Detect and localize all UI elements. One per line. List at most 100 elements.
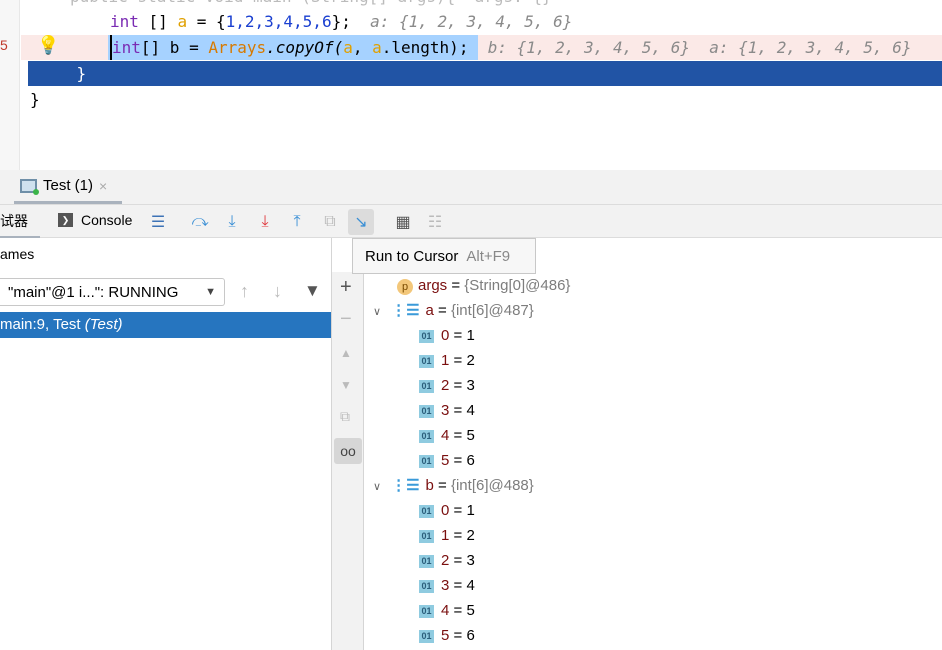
code-editor[interactable]: 5 public static void main (String[] args… (0, 0, 942, 170)
element-value: 5 (466, 427, 475, 444)
drop-frame-icon[interactable]: ⧉ (317, 209, 343, 235)
element-index: 2 (441, 552, 450, 569)
arrow-down-icon[interactable]: ↓ (273, 281, 282, 302)
element-index: 2 (441, 377, 450, 394)
evaluate-expression-icon[interactable]: ▦ (390, 209, 416, 235)
element-index: 3 (441, 577, 450, 594)
primitive-icon: 01 (419, 504, 434, 518)
thread-selector[interactable]: "main"@1 i...": RUNNING ▼ (0, 278, 225, 306)
array-icon: ⋮☰ (391, 302, 420, 319)
tab-label: Test (1) (43, 177, 94, 194)
element-value: 6 (466, 627, 475, 644)
primitive-icon: 01 (419, 379, 434, 393)
array-element-row[interactable]: 01 0 = 1 (419, 498, 475, 523)
array-element-row[interactable]: 01 4 = 5 (419, 598, 475, 623)
element-index: 5 (441, 627, 450, 644)
remove-watch-icon[interactable]: − (340, 308, 352, 331)
code-line-b: int[] b = Arrays.copyOf(a, a.length); b:… (110, 35, 912, 60)
force-step-into-icon[interactable]: ⤓ (252, 209, 278, 235)
element-index: 4 (441, 427, 450, 444)
step-over-icon[interactable]: ⤼ (187, 209, 213, 235)
primitive-icon: 01 (419, 354, 434, 368)
frame-item[interactable]: main:9, Test (Test) (0, 312, 331, 338)
primitive-icon: 01 (419, 604, 434, 618)
element-value: 4 (466, 402, 475, 419)
element-value: 1 (466, 327, 475, 344)
tab-console-label: Console (81, 212, 133, 228)
code-line-a: int [] a = {1,2,3,4,5,6}; a: {1, 2, 3, 4… (110, 12, 573, 31)
array-element-row[interactable]: 01 1 = 2 (419, 523, 475, 548)
element-value: 3 (466, 377, 475, 394)
thread-selector-value: "main"@1 i...": RUNNING (8, 283, 179, 301)
element-value: 2 (466, 352, 475, 369)
variable-row[interactable]: p args = {String[0]@486} (397, 273, 570, 298)
trace-icon[interactable]: ☷ (422, 209, 448, 235)
console-icon: ❯ (58, 213, 73, 227)
add-watch-icon[interactable]: + (340, 276, 352, 299)
element-index: 0 (441, 502, 450, 519)
line-number: 5 (0, 37, 8, 53)
move-up-icon[interactable]: ▲ (340, 346, 352, 360)
array-element-row[interactable]: 01 3 = 4 (419, 573, 475, 598)
primitive-icon: 01 (419, 404, 434, 418)
chevron-down-icon: ▼ (205, 286, 216, 298)
tab-console[interactable]: ❯ Console (58, 212, 132, 228)
variables-tree: p args = {String[0]@486} ∨ ⋮☰ a = {int[6]@48… (365, 273, 942, 650)
step-into-icon[interactable]: ⤓ (219, 209, 245, 235)
layout-icon[interactable]: ☰ (145, 209, 171, 235)
element-index: 1 (441, 527, 450, 544)
array-element-row[interactable]: 01 1 = 2 (419, 348, 475, 373)
arrow-up-icon[interactable]: ↑ (240, 281, 249, 302)
tab-debugger-label: 试器 (0, 213, 28, 229)
array-element-row[interactable]: 01 4 = 5 (419, 423, 475, 448)
close-icon[interactable]: × (99, 178, 107, 194)
tooltip-label: Run to Cursor (365, 247, 459, 265)
variable-value: {String[0]@486} (464, 277, 571, 294)
copy-icon[interactable]: ⧉ (340, 408, 350, 425)
element-value: 4 (466, 577, 475, 594)
array-element-row[interactable]: 01 2 = 3 (419, 373, 475, 398)
primitive-icon: 01 (419, 629, 434, 643)
element-value: 3 (466, 552, 475, 569)
primitive-icon: 01 (419, 554, 434, 568)
primitive-icon: 01 (419, 579, 434, 593)
chevron-down-icon[interactable]: ∨ (373, 306, 381, 318)
element-value: 6 (466, 452, 475, 469)
variables-side-toolbar: + − ▲ ▼ ⧉ oo (332, 272, 364, 650)
tab-test[interactable]: Test (1) × (14, 170, 122, 204)
move-down-icon[interactable]: ▼ (340, 378, 352, 392)
variable-name: b (425, 477, 434, 494)
lightbulb-icon[interactable]: 💡 (37, 35, 59, 56)
array-element-row[interactable]: 01 2 = 3 (419, 548, 475, 573)
element-index: 5 (441, 452, 450, 469)
element-index: 4 (441, 602, 450, 619)
debug-toolbar: 试器 ❯ Console ☰ ⤼ ⤓ ⤓ ⤒ ⧉ ↘ ▦ ☷ (0, 205, 942, 238)
tooltip: Run to Cursor Alt+F9 (352, 238, 536, 274)
primitive-icon: 01 (419, 454, 434, 468)
editor-gutter[interactable]: 5 (0, 0, 20, 170)
debug-tab-bar: Test (1) × (0, 170, 942, 205)
variable-value: {int[6]@487} (450, 302, 534, 319)
parameter-icon: p (397, 279, 413, 295)
primitive-icon: 01 (419, 429, 434, 443)
element-index: 0 (441, 327, 450, 344)
variable-row[interactable]: ∨ ⋮☰ a = {int[6]@487} (373, 298, 534, 323)
frames-header: ames (0, 246, 35, 262)
variable-row[interactable]: ∨ ⋮☰ b = {int[6]@488} (373, 473, 534, 498)
run-to-cursor-icon[interactable]: ↘ (348, 209, 374, 235)
element-value: 2 (466, 527, 475, 544)
array-element-row[interactable]: 01 0 = 1 (419, 323, 475, 348)
code-line-main: public static void main (String[] args){… (70, 0, 552, 9)
filter-icon[interactable]: ▼ (304, 281, 321, 301)
run-config-icon (20, 178, 39, 195)
glasses-icon[interactable]: oo (334, 438, 362, 464)
step-out-icon[interactable]: ⤒ (284, 209, 310, 235)
array-element-row[interactable]: 01 5 = 6 (419, 623, 475, 648)
chevron-down-icon[interactable]: ∨ (373, 481, 381, 493)
primitive-icon: 01 (419, 329, 434, 343)
variable-name: args (418, 277, 448, 294)
tab-debugger[interactable]: 试器 (0, 205, 40, 238)
array-element-row[interactable]: 01 5 = 6 (419, 448, 475, 473)
element-index: 3 (441, 402, 450, 419)
array-element-row[interactable]: 01 3 = 4 (419, 398, 475, 423)
